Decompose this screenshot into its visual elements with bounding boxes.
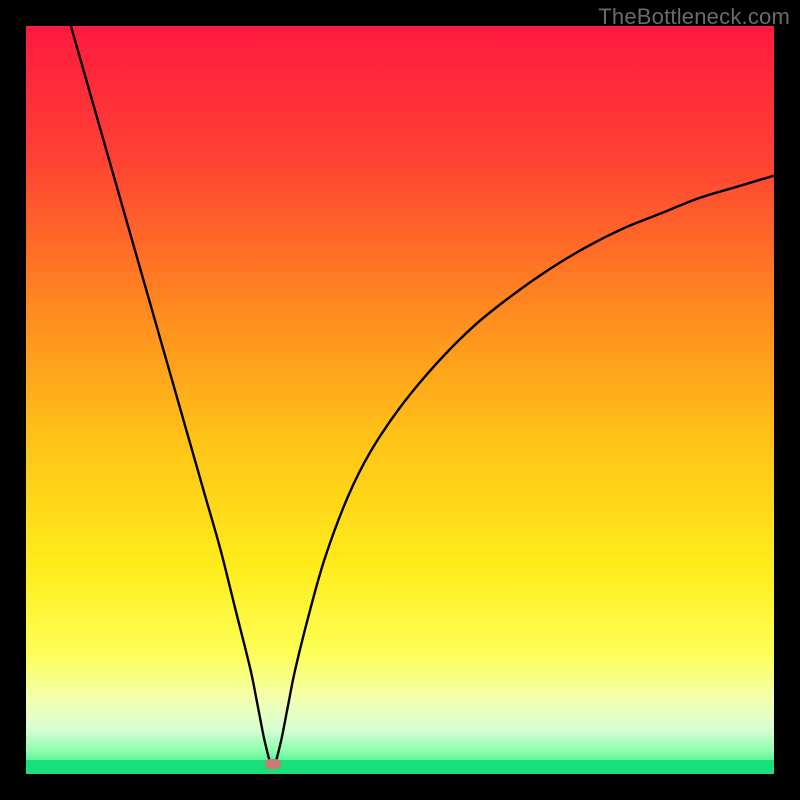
optimal-marker bbox=[265, 759, 281, 769]
bottleneck-curve bbox=[71, 26, 774, 767]
plot-area bbox=[26, 26, 774, 774]
curve-layer bbox=[26, 26, 774, 774]
chart-frame: TheBottleneck.com bbox=[0, 0, 800, 800]
